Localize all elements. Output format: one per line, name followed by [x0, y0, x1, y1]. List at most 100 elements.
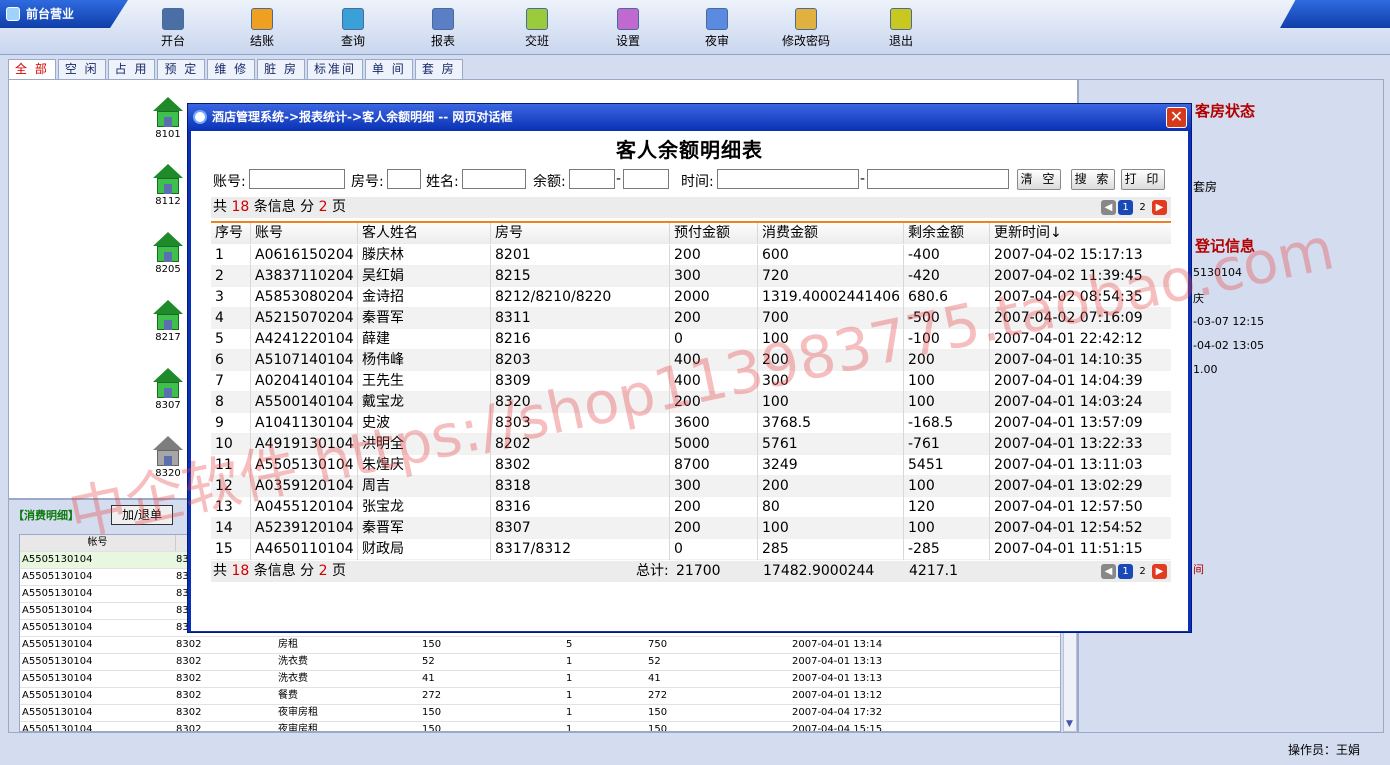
table-row[interactable]: 15 A4650110104 财政局 8317/8312 0 285 -285 2007-04…: [211, 539, 1171, 560]
table-row[interactable]: 7 A0204140104 王先生 8309 400 300 100 2007-04-01 1…: [211, 371, 1171, 392]
table-cell: 周吉: [358, 476, 491, 497]
consumption-row[interactable]: A5505130104 8302 房租 150 5 750 2007-04-01 13:14: [20, 637, 1060, 654]
time-end-input[interactable]: [867, 169, 1009, 189]
page-2-link[interactable]: 2: [1135, 200, 1150, 215]
table-cell: A4919130104: [251, 434, 358, 455]
room-8307[interactable]: 8307: [148, 368, 188, 411]
balance-max-input[interactable]: [623, 169, 669, 189]
table-row[interactable]: 11 A5505130104 朱煌庆 8302 8700 3249 5451 2007-04-…: [211, 455, 1171, 476]
room-8217[interactable]: 8217: [148, 300, 188, 343]
room-label: 房号:: [351, 174, 384, 190]
house-icon: [153, 97, 183, 129]
table-row[interactable]: 10 A4919130104 洪明全 8202 5000 5761 -761 2007-04-…: [211, 434, 1171, 455]
table-cell: 吴红娟: [358, 266, 491, 287]
table-row[interactable]: 14 A5239120104 秦晋军 8307 200 100 100 2007-04-01 …: [211, 518, 1171, 539]
room-8101[interactable]: 8101: [148, 97, 188, 140]
table-cell: 滕庆林: [358, 245, 491, 266]
toolbar-button-shift-change[interactable]: 交班: [502, 8, 572, 50]
tab-8[interactable]: 套 房: [414, 59, 463, 79]
time-start-input[interactable]: [717, 169, 859, 189]
registration-line-1: 庆: [1193, 292, 1204, 305]
room-number: 8307: [155, 400, 181, 411]
toolbar-button-night-audit[interactable]: 夜审: [682, 8, 752, 50]
print-button[interactable]: 打 印: [1121, 169, 1165, 190]
column-header-6[interactable]: 剩余金额: [904, 223, 990, 244]
table-cell: 2007-04-01 12:57:50: [994, 499, 1143, 515]
cell-acct: A5505130104: [22, 639, 93, 650]
next-page-icon[interactable]: ▶: [1152, 200, 1167, 215]
prev-page-icon[interactable]: ◀: [1101, 200, 1116, 215]
toolbar-button-checkout[interactable]: 结账: [227, 8, 297, 50]
table-cell: 秦晋军: [358, 518, 491, 539]
room-8112[interactable]: 8112: [148, 164, 188, 207]
column-header-0[interactable]: 序号: [211, 223, 251, 244]
add-return-order-button[interactable]: 加/退单: [111, 505, 173, 525]
room-8320[interactable]: 8320: [148, 436, 188, 479]
column-header-5[interactable]: 消费金额: [758, 223, 904, 244]
brand-tab[interactable]: 前台营业: [0, 0, 128, 28]
table-row[interactable]: 3 A5853080204 金诗招 8212/8210/8220 2000 1319.40…: [211, 287, 1171, 308]
table-row[interactable]: 13 A0455120104 张宝龙 8316 200 80 120 2007-04-01 1…: [211, 497, 1171, 518]
page-2-link[interactable]: 2: [1135, 564, 1150, 579]
table-cell: A4241220104: [251, 329, 358, 350]
consumption-row[interactable]: A5505130104 8302 餐费 272 1 272 2007-04-01 13:12: [20, 688, 1060, 705]
next-page-icon[interactable]: ▶: [1152, 564, 1167, 579]
consumption-row[interactable]: A5505130104 8302 夜审房租 150 1 150 2007-04-04 17:…: [20, 705, 1060, 722]
table-cell: 2007-04-01 13:02:29: [994, 478, 1143, 494]
name-input[interactable]: [462, 169, 526, 189]
column-header-1[interactable]: 账号: [251, 223, 358, 244]
table-row[interactable]: 6 A5107140104 杨伟峰 8203 400 200 200 2007-04-01 1…: [211, 350, 1171, 371]
balance-min-input[interactable]: [569, 169, 615, 189]
column-header-4[interactable]: 预付金额: [670, 223, 758, 244]
column-header-3[interactable]: 房号: [491, 223, 670, 244]
tab-1[interactable]: 空 闲: [57, 59, 106, 79]
consumption-row[interactable]: A5505130104 8302 夜审房租 150 1 150 2007-04-04 15:…: [20, 722, 1060, 731]
table-cell: A5215070204: [251, 308, 358, 329]
consumption-row[interactable]: A5505130104 8302 洗衣费 41 1 41 2007-04-01 13:13: [20, 671, 1060, 688]
tab-5[interactable]: 脏 房: [257, 59, 305, 79]
table-row[interactable]: 1 A0616150204 滕庆林 8201 200 600 -400 2007-04-02 …: [211, 245, 1171, 266]
table-row[interactable]: 12 A0359120104 周吉 8318 300 200 100 2007-04-01 1…: [211, 476, 1171, 497]
close-icon[interactable]: ✕: [1166, 107, 1187, 128]
table-row[interactable]: 8 A5500140104 戴宝龙 8320 200 100 100 2007-04-01 1…: [211, 392, 1171, 413]
page-1-link[interactable]: 1: [1118, 200, 1133, 215]
tab-4[interactable]: 维 修: [207, 59, 256, 79]
tab-2[interactable]: 占 用: [107, 59, 156, 79]
table-row[interactable]: 2 A3837110204 吴红娟 8215 300 720 -420 2007-04-02 …: [211, 266, 1171, 287]
dialog-title-bar[interactable]: 酒店管理系统->报表统计->客人余额明细 -- 网页对话框 ✕: [188, 104, 1191, 130]
prev-page-icon[interactable]: ◀: [1101, 564, 1116, 579]
tab-6[interactable]: 标准间: [306, 59, 363, 79]
tab-0[interactable]: 全 部: [8, 59, 56, 79]
consumption-row[interactable]: A5505130104 8302 洗衣费 52 1 52 2007-04-01 13:13: [20, 654, 1060, 671]
dialog-body: 客人余额明细表 账号: 房号: 姓名: 余额: - 时间: - 清 空 搜 索 …: [191, 131, 1188, 631]
toolbar-button-exit[interactable]: 退出: [866, 8, 936, 50]
table-cell: 张宝龙: [358, 497, 491, 518]
house-icon: [153, 436, 183, 468]
table-row[interactable]: 9 A1041130104 史波 8303 3600 3768.5 -168.5 2007-0…: [211, 413, 1171, 434]
column-header-2[interactable]: 客人姓名: [358, 223, 491, 244]
scroll-down-icon[interactable]: ▼: [1066, 719, 1073, 729]
column-header-7[interactable]: 更新时间↓: [990, 223, 1171, 244]
toolbar-button-settings[interactable]: 设置: [593, 8, 663, 50]
tab-3[interactable]: 预 定: [157, 59, 206, 79]
clear-button[interactable]: 清 空: [1017, 169, 1061, 190]
tab-7[interactable]: 单 间: [364, 59, 413, 79]
table-cell: 680.6: [904, 287, 990, 308]
table-row[interactable]: 4 A5215070204 秦晋军 8311 200 700 -500 2007-04-02 …: [211, 308, 1171, 329]
room-8205[interactable]: 8205: [148, 232, 188, 275]
room-input[interactable]: [387, 169, 421, 189]
toolbar-button-change-password[interactable]: 修改密码: [771, 8, 841, 50]
record-count: 18: [231, 199, 250, 215]
account-input[interactable]: [249, 169, 345, 189]
toolbar-button-query[interactable]: 查询: [318, 8, 388, 50]
cell-item: 房租: [278, 639, 298, 650]
table-cell: 100: [758, 392, 904, 413]
search-button[interactable]: 搜 索: [1071, 169, 1115, 190]
settings-icon: [617, 8, 639, 30]
table-row[interactable]: 5 A4241220104 薛建 8216 0 100 -100 2007-04-01 22:…: [211, 329, 1171, 350]
toolbar-button-report[interactable]: 报表: [408, 8, 478, 50]
report-icon: [432, 8, 454, 30]
door-shape: [164, 117, 172, 127]
toolbar-button-open-table[interactable]: 开台: [138, 8, 208, 50]
page-1-link[interactable]: 1: [1118, 564, 1133, 579]
